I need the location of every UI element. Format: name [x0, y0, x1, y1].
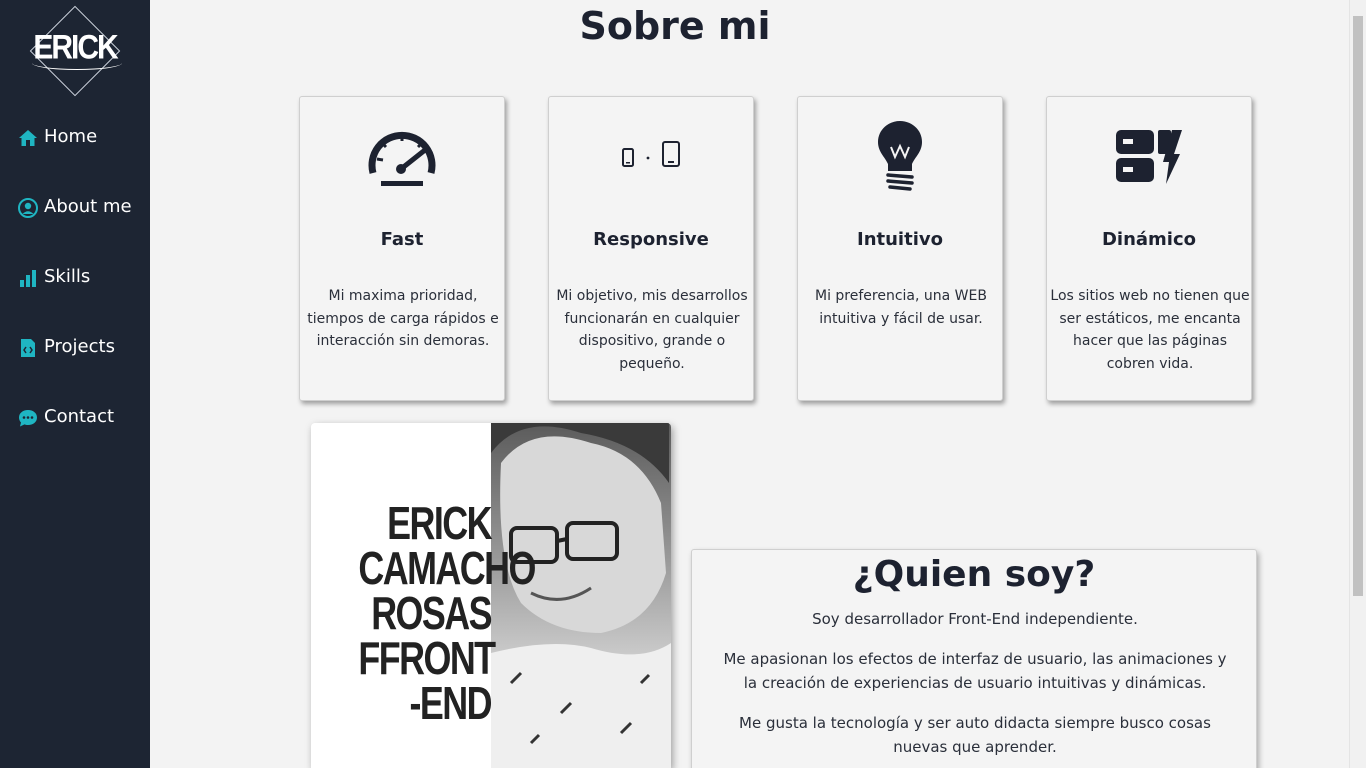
lightbulb-icon — [798, 117, 1002, 197]
card-text: Mi objetivo, mis desarrollos funcionarán… — [556, 288, 748, 372]
portrait-illustration — [491, 423, 671, 768]
poster-line: FFRONT — [358, 632, 496, 684]
about-panel: ¿Quien soy? Soy desarrollador Front-End … — [691, 549, 1257, 768]
home-icon — [18, 128, 38, 148]
devices-icon — [549, 117, 753, 197]
about-paragraph: Me gusta la tecnología y ser auto didact… — [739, 714, 1211, 756]
user-circle-icon — [18, 197, 38, 218]
sidebar: ERICK Home About me Skills Projects Cont… — [0, 0, 150, 768]
card-title: Dinámico — [1101, 229, 1197, 250]
sidebar-item-projects[interactable]: Projects — [18, 331, 148, 361]
vertical-scrollbar[interactable] — [1349, 0, 1366, 768]
sidebar-item-home[interactable]: Home — [18, 121, 148, 151]
scrollbar-thumb[interactable] — [1353, 16, 1363, 596]
feature-card-dinamico: Dinámico Los sitios web no tienen que se… — [1046, 96, 1252, 401]
poster-line: -END — [409, 677, 493, 729]
sidebar-item-contact[interactable]: Contact — [18, 401, 148, 431]
sidebar-item-label: Contact — [44, 405, 115, 427]
poster-line: ERICK — [387, 497, 492, 549]
photo-poster-text: ERICK CAMACHO ROSAS FFRONT -END — [321, 497, 536, 729]
rocket-server-icon — [1047, 117, 1251, 197]
signal-bars-icon — [18, 268, 38, 288]
sidebar-item-label: Projects — [44, 335, 115, 357]
photo-portrait-area — [491, 423, 671, 768]
logo-script-swash — [32, 56, 122, 70]
sidebar-item-about[interactable]: About me — [18, 191, 148, 221]
code-file-icon — [18, 338, 38, 358]
about-paragraph: Soy desarrollador Front-End independient… — [812, 610, 1138, 628]
poster-line: ROSAS — [371, 587, 492, 639]
sidebar-item-label: About me — [44, 195, 132, 217]
poster-line: CAMACHO — [358, 542, 536, 594]
about-heading: ¿Quien soy? — [852, 554, 1096, 595]
sidebar-item-label: Skills — [44, 265, 91, 287]
sidebar-item-label: Home — [44, 125, 98, 147]
logo[interactable]: ERICK — [28, 5, 122, 97]
page-title: Sobre mi — [579, 4, 771, 48]
sidebar-item-skills[interactable]: Skills — [18, 261, 148, 291]
card-text: Mi preferencia, una WEB intuitiva y fáci… — [815, 288, 987, 327]
card-title: Fast — [380, 229, 424, 250]
chat-bubble-icon — [18, 408, 38, 428]
about-paragraph: Me apasionan los efectos de interfaz de … — [723, 650, 1227, 692]
card-text: Mi maxima prioridad, tiempos de carga rá… — [307, 288, 499, 349]
card-text: Los sitios web no tienen que ser estátic… — [1050, 288, 1250, 372]
card-title: Intuitivo — [857, 229, 943, 250]
speedometer-icon — [300, 117, 504, 197]
feature-card-fast: Fast Mi maxima prioridad, tiempos de car… — [299, 96, 505, 401]
card-title: Responsive — [593, 229, 709, 250]
feature-card-intuitivo: Intuitivo Mi preferencia, una WEB intuit… — [797, 96, 1003, 401]
feature-card-responsive: Responsive Mi objetivo, mis desarrollos … — [548, 96, 754, 401]
profile-photo: ERICK CAMACHO ROSAS FFRONT -END — [311, 423, 671, 768]
